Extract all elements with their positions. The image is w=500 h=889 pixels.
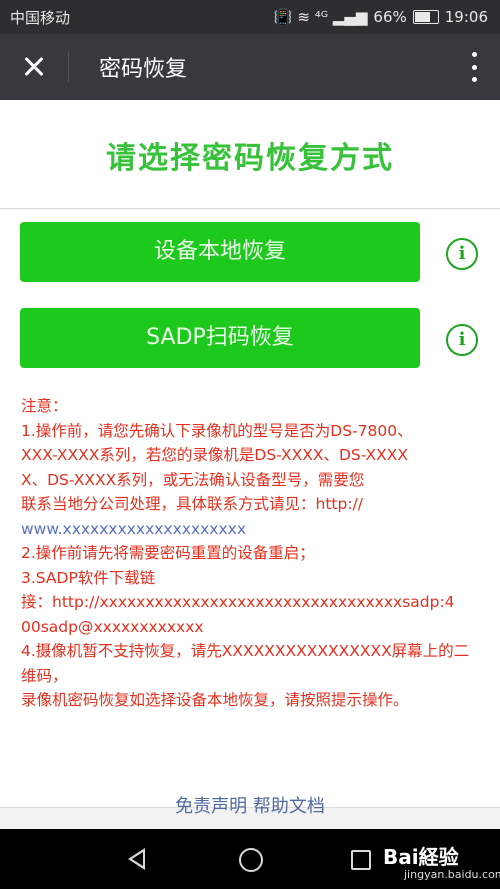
more-options-button[interactable] <box>470 52 478 82</box>
back-icon[interactable] <box>128 848 145 870</box>
status-bar: 中国移动 📳 ≋ ⁴ᴳ ▂▄▆ 66% 19:06 <box>0 0 500 34</box>
disclaimer-link[interactable]: 免责声明 <box>175 796 247 817</box>
watermark-url: jingyan.baidu.com <box>404 868 500 881</box>
notice-text: 注意： 1.操作前，请您先确认下录像机的型号是否为DS-7800、 XXX-XX… <box>21 394 481 713</box>
watermark-logo: Bai経验 <box>383 845 459 869</box>
info-icon[interactable]: i <box>446 238 478 270</box>
notice-line: XXX-XXXX系列，若您的录像机是DS-XXXX、DS-XXXX <box>21 446 409 464</box>
notice-line: 00sadp@xxxxxxxxxxxx <box>21 617 204 636</box>
battery-percent: 66% <box>373 8 407 26</box>
app-bar: 密码恢复 <box>0 34 500 100</box>
battery-icon <box>412 10 439 24</box>
notice-line: 4.摄像机暂不支持恢复，请先XXXXXXXXXXXXXXXX屏幕上的二维码， <box>21 642 470 685</box>
menu-dot-icon <box>471 64 477 70</box>
notice-line: 注意： <box>21 397 68 415</box>
signal-icon: 📳 ≋ ⁴ᴳ ▂▄▆ <box>273 8 368 26</box>
restore-method-heading: 请选择密码恢复方式 <box>106 141 394 176</box>
system-nav-bar: Bai経验 jingyan.baidu.com <box>0 829 500 889</box>
heading-section: 请选择密码恢复方式 <box>0 100 500 208</box>
notice-line: 接：http://xxxxxxxxxxxxxxxxxxxxxxxxxxxxxxx… <box>21 593 455 611</box>
help-docs-link[interactable]: 帮助文档 <box>253 796 325 817</box>
home-icon[interactable] <box>239 848 263 872</box>
footer-links: 免责声明 帮助文档 <box>0 792 500 818</box>
carrier-label: 中国移动 <box>10 8 71 27</box>
notice-line: X、DS-XXXX系列，或无法确认设备型号，需要您 <box>21 470 365 489</box>
clock: 19:06 <box>444 8 488 26</box>
menu-dot-icon <box>471 52 477 57</box>
menu-dot-icon <box>471 77 477 82</box>
notice-line: 1.操作前，请您先确认下录像机的型号是否为DS-7800、 <box>21 421 413 440</box>
notice-link[interactable]: www.xxxxxxxxxxxxxxxxxxxx <box>21 517 481 542</box>
recent-apps-icon[interactable] <box>351 850 371 870</box>
notice-line: 录像机密码恢复如选择设备本地恢复，请按照提示操作。 <box>21 691 409 709</box>
notice-line: 2.操作前请先将需要密码重置的设备重启； <box>21 544 315 562</box>
close-button[interactable] <box>16 49 52 85</box>
page-title: 密码恢复 <box>99 57 188 82</box>
local-restore-button[interactable]: 设备本地恢复 <box>20 222 420 282</box>
status-right: 📳 ≋ ⁴ᴳ ▂▄▆ 66% 19:06 <box>274 8 488 26</box>
notice-line: 3.SADP软件下载链 <box>21 568 156 587</box>
divider <box>0 208 500 209</box>
info-icon[interactable]: i <box>446 324 478 356</box>
sadp-restore-button[interactable]: SADP扫码恢复 <box>20 308 420 368</box>
main-content: 请选择密码恢复方式 设备本地恢复 i SADP扫码恢复 i 注意： 1.操作前，… <box>0 100 500 829</box>
notice-line: 联系当地分公司处理，具体联系方式请见：http:// <box>21 495 363 513</box>
appbar-divider <box>68 52 69 82</box>
